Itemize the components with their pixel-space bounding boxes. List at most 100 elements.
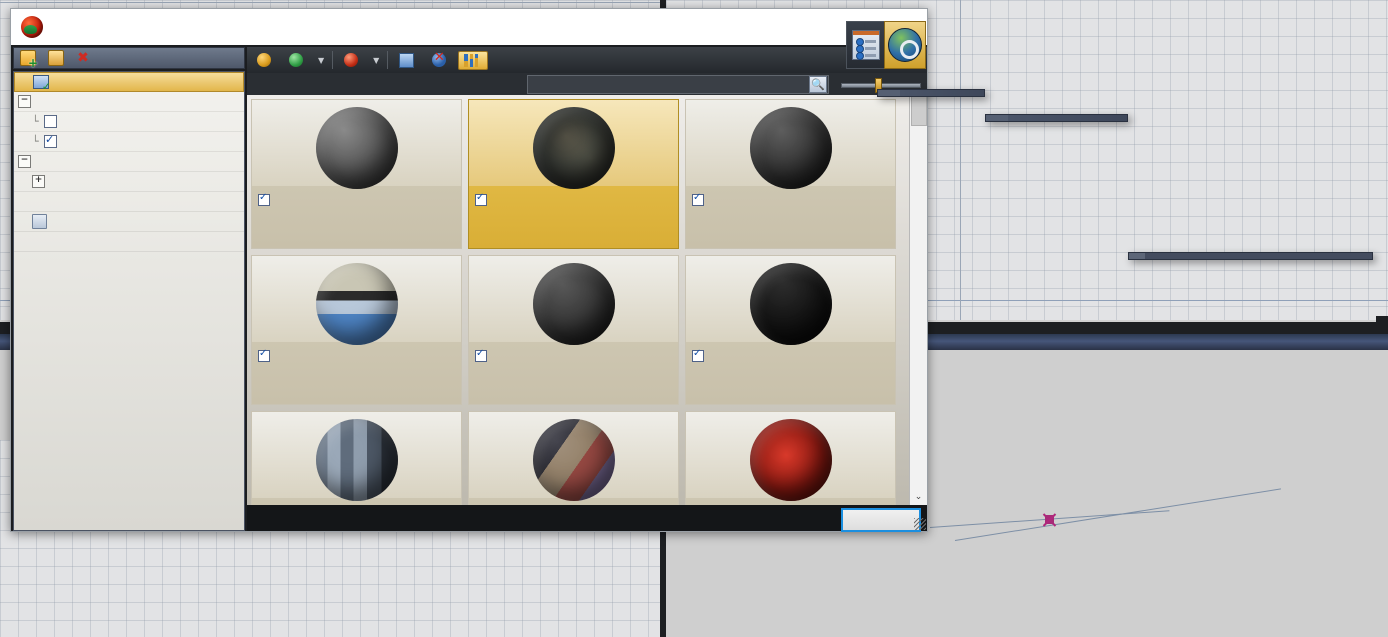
material-tile[interactable] [251,99,462,249]
material-tile[interactable] [251,411,462,505]
tree-item-new-materials[interactable]: − [14,92,244,112]
new-button[interactable] [251,50,281,70]
shader-globe-icon [888,28,922,62]
materials-tree[interactable]: −└└−+ [13,71,245,531]
vertical-tiles-button[interactable] [458,50,489,70]
copy-icon [399,52,415,68]
new-group-icon [20,50,38,69]
material-preview-sphere [532,263,615,345]
minimize-icon[interactable] [789,9,835,45]
load-icon [289,53,303,67]
material-preview-sphere [315,263,398,345]
tree-checkbox[interactable] [44,115,57,128]
material-checkbox[interactable] [692,348,704,362]
search-input[interactable] [528,77,809,91]
tree-branch-line: └ [32,135,39,148]
new-group-button[interactable] [20,50,40,69]
pivot-marker [1041,511,1058,528]
material-preview-sphere [749,419,832,501]
tiles-scrollbar[interactable]: ⌄ [909,95,927,505]
window-body: ✖ −└└−+ ▼ [11,21,927,532]
search-bar: 🔍 [247,21,927,95]
material-preview-sphere [749,107,832,189]
resize-grip[interactable] [914,518,926,530]
delete-icon [432,50,447,67]
material-tile-header [475,348,674,362]
search-field[interactable]: 🔍 [527,74,829,94]
vertical-tiles-icon [464,53,479,67]
materials-toolbar: ▼ ▼ [247,47,927,73]
material-browser-window: ✖ −└└−+ ▼ [10,8,928,532]
tree-item-scene-selection[interactable] [14,192,244,212]
load-button[interactable] [283,50,313,70]
scrollbar-thumb[interactable] [911,96,927,126]
material-tile[interactable] [685,411,896,505]
tree-item-standard-zmodeler2-material[interactable]: └ [14,132,244,152]
toolbar-separator [332,51,334,69]
tree-item-materials-library[interactable] [14,232,244,252]
copy-button[interactable] [393,50,424,71]
material-checkbox[interactable] [258,192,270,206]
material-tiles-area[interactable] [247,95,927,505]
dialog-footer [247,505,927,532]
list-view-icon [852,30,880,60]
context-menu-level3-vehicle-paint[interactable] [1128,252,1373,260]
toolbar-separator [387,51,389,69]
tree-expander[interactable]: + [32,175,45,188]
window-titlebar[interactable] [11,9,927,46]
material-checkbox[interactable] [475,192,487,206]
dismiss-icon [48,50,64,66]
save-button[interactable] [338,50,368,70]
shader-settings-button[interactable] [884,21,926,69]
context-menu-level2[interactable] [985,114,1128,122]
tree-item-system[interactable]: + [14,172,244,192]
delete-group-button[interactable]: ✖ [76,51,90,65]
tree-item-shaders[interactable]: − [14,152,244,172]
material-tile-header [692,192,891,206]
material-checkbox[interactable] [258,348,270,362]
tree-item-unused-materials[interactable] [14,212,244,232]
list-view-button[interactable] [846,21,886,69]
tree-toolbar: ✖ [13,47,245,69]
save-dropdown-icon[interactable]: ▼ [370,56,382,65]
tiles-size-slider[interactable] [841,78,921,93]
tree-expander[interactable]: − [18,155,31,168]
load-dropdown-icon[interactable]: ▼ [315,56,327,65]
material-tile-header [258,192,457,206]
viewport-corner-block [1376,316,1388,328]
material-tile-header [692,348,891,362]
tree-item-all-materials[interactable] [14,72,244,93]
material-preview-sphere [532,107,615,189]
scroll-down-icon[interactable]: ⌄ [910,488,927,505]
tree-branch-line: └ [32,115,39,128]
material-tile-header [475,192,674,206]
material-preview-sphere [749,263,832,345]
dismiss-button[interactable] [48,50,68,66]
delete-group-icon: ✖ [77,50,89,66]
material-tile[interactable] [468,255,679,405]
material-tile-header [258,348,457,362]
viewport-gridline [960,0,961,320]
tree-checkbox[interactable] [44,133,57,148]
material-tile[interactable] [251,255,462,405]
material-tile[interactable] [468,99,679,249]
material-preview-sphere [532,419,615,501]
save-icon [344,53,359,67]
tree-expander[interactable]: − [18,95,31,108]
material-preview-sphere [315,107,398,189]
delete-button[interactable] [426,50,456,70]
tree-item-shader-material[interactable]: └ [14,112,244,132]
material-preview-sphere [315,419,398,501]
material-checkbox[interactable] [692,192,704,206]
material-tile[interactable] [468,411,679,505]
trash-icon [32,214,47,229]
new-icon [257,53,271,67]
ok-button[interactable] [841,508,921,532]
app-icon [21,16,43,38]
magnifier-icon[interactable]: 🔍 [809,75,827,93]
material-checkbox[interactable] [475,348,487,362]
material-tile[interactable] [685,255,896,405]
all-materials-icon [33,75,51,93]
context-menu-level1[interactable] [877,89,985,97]
material-tile[interactable] [685,99,896,249]
